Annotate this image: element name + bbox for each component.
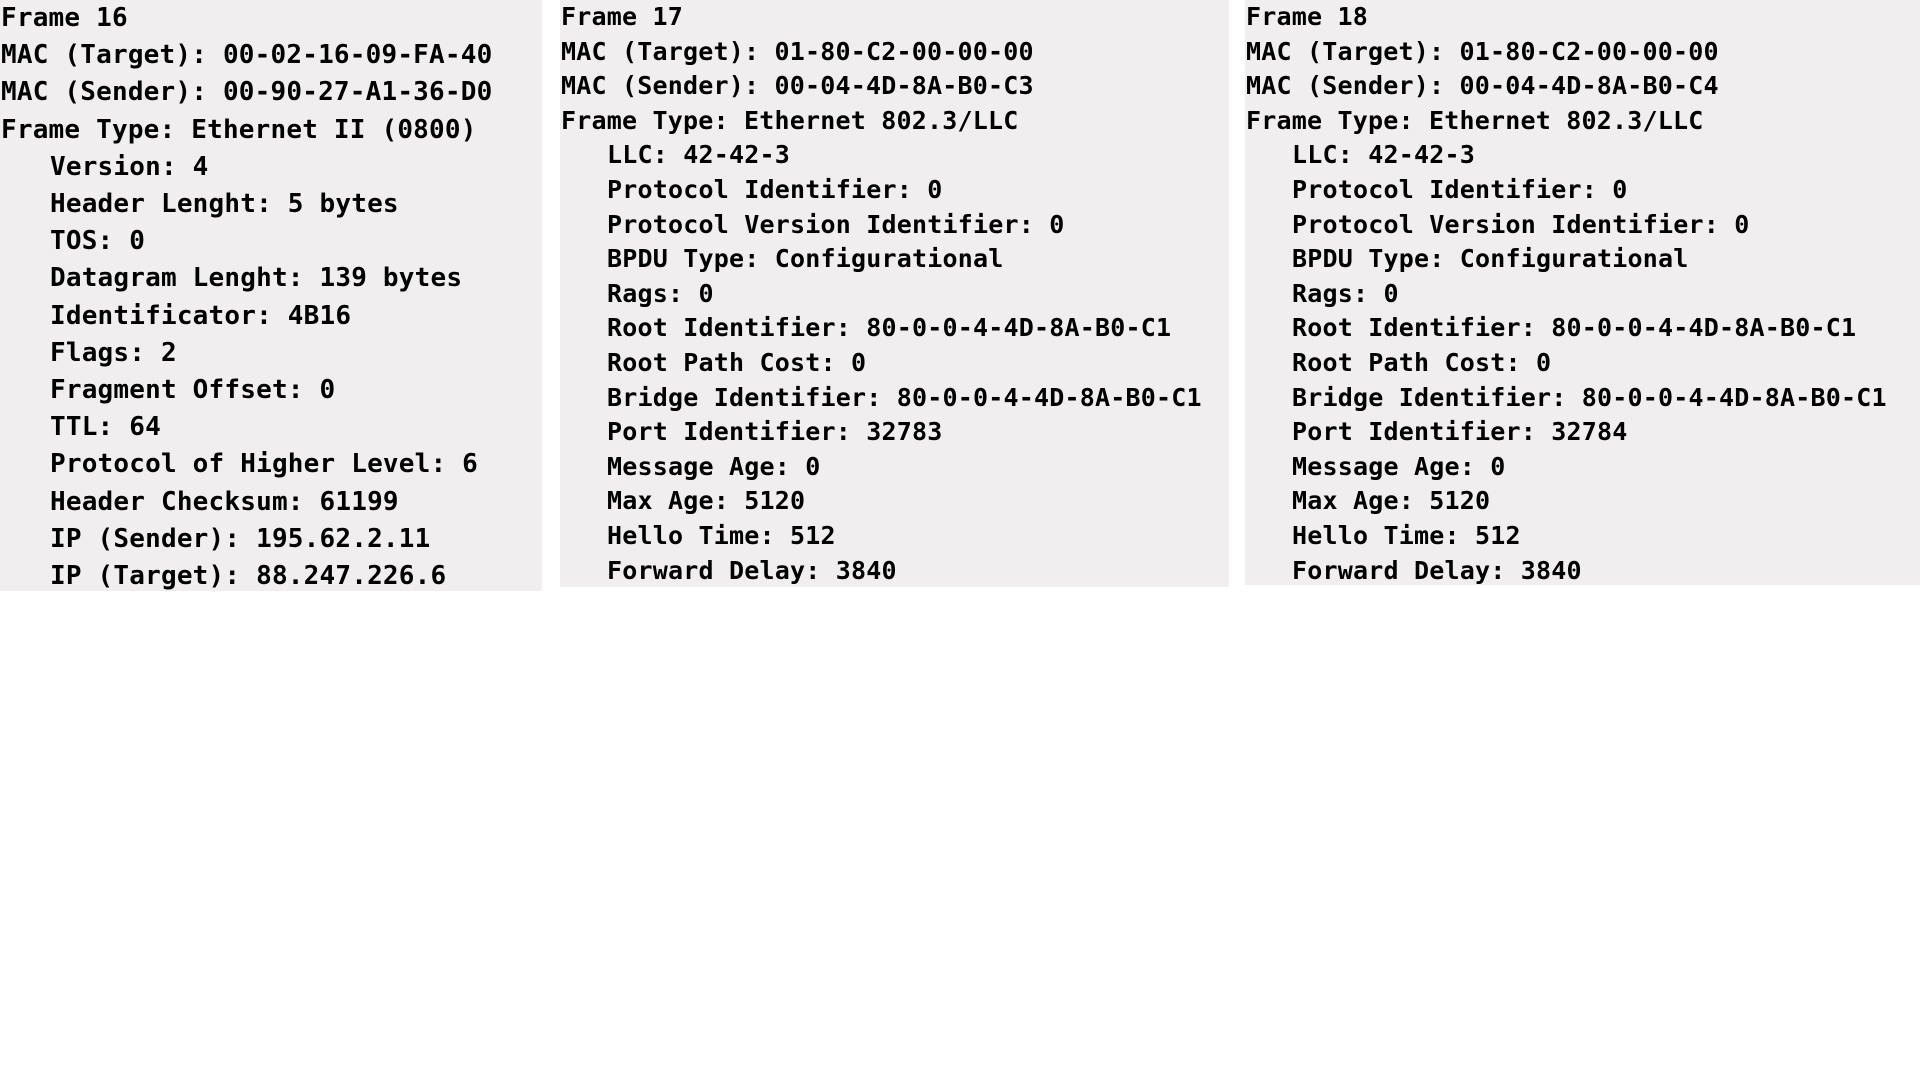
frame-field: Flags: 2 (50, 337, 177, 368)
frame-field: Root Path Cost: 0 (607, 347, 867, 377)
frame-16-panel: Frame 16 MAC (Target): 00-02-16-09-FA-40… (0, 0, 542, 591)
frame-field: Header Checksum: 61199 (50, 486, 399, 517)
frame-field: Hello Time: 512 (607, 520, 836, 550)
frame-fields: LLC: 42-42-3 Protocol Identifier: 0 Protoc… (560, 138, 1229, 587)
frame-title: Frame 16 (1, 3, 128, 33)
mac-sender: MAC (Sender): 00-04-4D-8A-B0-C3 (561, 71, 1034, 101)
frame-field: Protocol Version Identifier: 0 (1292, 209, 1750, 239)
frame-field: Protocol Version Identifier: 0 (607, 209, 1065, 239)
frame-field: Protocol of Higher Level: 6 (50, 449, 479, 480)
frame-field: Header Lenght: 5 bytes (50, 189, 399, 220)
frame-field: Bridge Identifier: 80-0-0-4-4D-8A-B0-C1 (1292, 382, 1887, 412)
frame-field: Forward Delay: 3840 (1292, 555, 1582, 585)
frame-title: Frame 17 (561, 2, 684, 31)
frame-fields: LLC: 42-42-3 Protocol Identifier: 0 Protoc… (1245, 138, 1920, 585)
frame-field: Max Age: 5120 (607, 486, 806, 516)
mac-target: MAC (Target): 01-80-C2-00-00-00 (1246, 36, 1719, 66)
frame-field: Protocol Identifier: 0 (1292, 174, 1628, 204)
frame-field: Forward Delay: 3840 (607, 555, 897, 585)
frame-field: Max Age: 5120 (1292, 486, 1491, 516)
frame-field: IP (Target): 88.247.226.6 (50, 561, 447, 591)
frame-type: Frame Type: Ethernet II (0800) (1, 114, 477, 145)
frame-field: Bridge Identifier: 80-0-0-4-4D-8A-B0-C1 (607, 382, 1202, 412)
frame-field: Datagram Lenght: 139 bytes (50, 263, 463, 294)
frame-field: Rags: 0 (607, 278, 714, 308)
frame-field: Version: 4 (50, 151, 209, 182)
frame-field: Root Identifier: 80-0-0-4-4D-8A-B0-C1 (607, 313, 1172, 343)
frame-type: Frame Type: Ethernet 802.3/LLC (561, 105, 1019, 135)
frame-field: IP (Sender): 195.62.2.11 (50, 523, 431, 554)
frame-field: Message Age: 0 (1292, 451, 1506, 481)
frame-title: Frame 18 (1246, 2, 1369, 31)
frame-field: Port Identifier: 32783 (607, 417, 943, 447)
frame-field: BPDU Type: Configurational (607, 244, 1004, 274)
frame-field: Identificator: 4B16 (50, 300, 352, 331)
mac-sender: MAC (Sender): 00-04-4D-8A-B0-C4 (1246, 71, 1719, 101)
frame-17-panel: Frame 17 MAC (Target): 01-80-C2-00-00-00… (560, 0, 1229, 587)
frame-field: LLC: 42-42-3 (607, 140, 791, 170)
frame-field: TTL: 64 (50, 412, 161, 443)
frame-field: Port Identifier: 32784 (1292, 417, 1628, 447)
frame-field: LLC: 42-42-3 (1292, 140, 1476, 170)
frame-field: Hello Time: 512 (1292, 520, 1521, 550)
frame-field: TOS: 0 (50, 226, 146, 257)
frame-type: Frame Type: Ethernet 802.3/LLC (1246, 105, 1704, 135)
mac-sender: MAC (Sender): 00-90-27-A1-36-D0 (1, 77, 493, 108)
frame-field: Rags: 0 (1292, 278, 1399, 308)
frame-fields: Version: 4 Header Lenght: 5 bytes TOS: 0 Da… (0, 149, 542, 591)
frame-field: Fragment Offset: 0 (50, 375, 336, 406)
frame-field: Protocol Identifier: 0 (607, 174, 943, 204)
frame-field: BPDU Type: Configurational (1292, 244, 1689, 274)
mac-target: MAC (Target): 00-02-16-09-FA-40 (1, 40, 493, 71)
mac-target: MAC (Target): 01-80-C2-00-00-00 (561, 36, 1034, 66)
frame-field: Root Identifier: 80-0-0-4-4D-8A-B0-C1 (1292, 313, 1857, 343)
frame-field: Message Age: 0 (607, 451, 821, 481)
frame-18-panel: Frame 18 MAC (Target): 01-80-C2-00-00-00… (1245, 0, 1920, 585)
frame-field: Root Path Cost: 0 (1292, 347, 1552, 377)
